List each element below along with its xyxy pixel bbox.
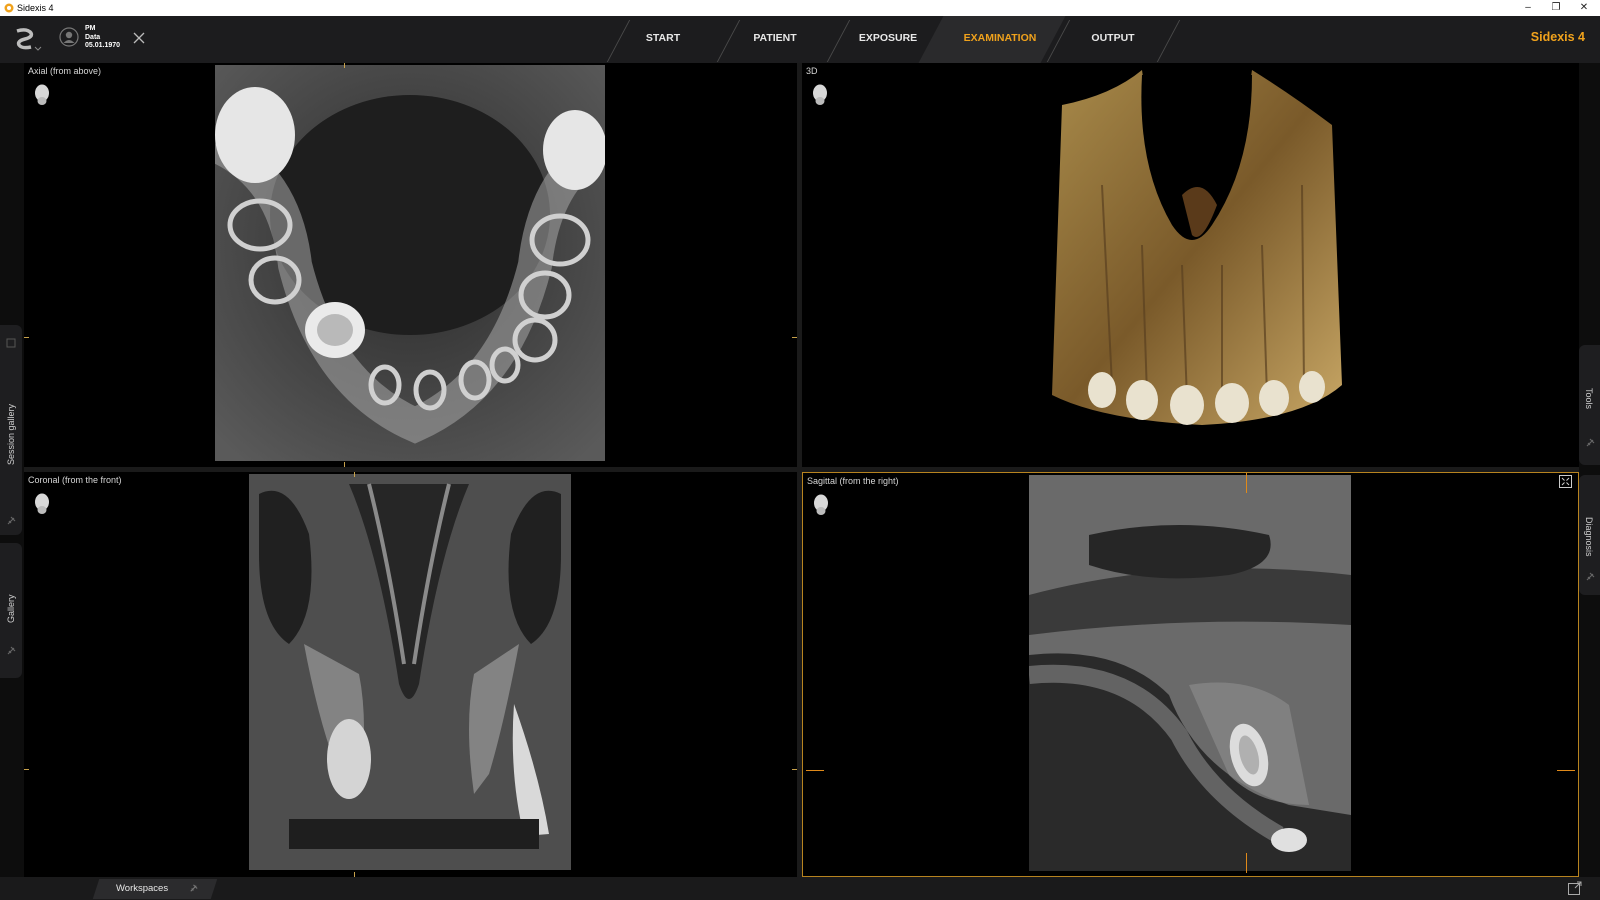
- crosshair-tick: [792, 337, 797, 338]
- restore-icon[interactable]: ❐: [1542, 0, 1570, 16]
- close-window-icon[interactable]: ✕: [1570, 0, 1598, 16]
- axial-ct-image[interactable]: [215, 65, 605, 461]
- tab-patient[interactable]: PATIENT: [735, 16, 815, 63]
- pin-icon[interactable]: [5, 645, 17, 657]
- tab-separator: [826, 20, 851, 62]
- session-gallery-label: Session gallery: [6, 403, 16, 465]
- workflow-tabs: START PATIENT EXPOSURE EXAMINATION OUTPU…: [0, 16, 1600, 63]
- pin-icon[interactable]: [188, 883, 199, 894]
- workspaces-label: Workspaces: [116, 883, 169, 894]
- brand-label: Sidexis 4: [1530, 30, 1585, 44]
- tab-separator: [1156, 20, 1181, 62]
- crosshair-tick: [344, 462, 345, 467]
- right-sidebar: Tools Diagnosis: [1579, 63, 1600, 885]
- viewport-coronal-label: Coronal (from the front): [28, 475, 122, 485]
- gallery-tab[interactable]: Gallery: [0, 543, 22, 678]
- head-orientation-icon[interactable]: [812, 493, 830, 515]
- viewport-coronal[interactable]: Coronal (from the front): [24, 472, 797, 877]
- pin-icon[interactable]: [5, 515, 17, 527]
- coronal-ct-image[interactable]: [249, 474, 571, 870]
- viewport-sagittal[interactable]: Sagittal (from the right): [802, 472, 1579, 877]
- crosshair-tick: [24, 769, 29, 770]
- tools-tab[interactable]: Tools: [1579, 345, 1600, 465]
- window-title: Sidexis 4: [17, 3, 54, 13]
- diagnosis-tab[interactable]: Diagnosis: [1579, 475, 1600, 595]
- pin-icon[interactable]: [1584, 571, 1596, 583]
- crosshair-line[interactable]: [1246, 473, 1247, 493]
- crosshair-line[interactable]: [1246, 853, 1247, 873]
- pin-icon[interactable]: [1584, 437, 1596, 449]
- gallery-label: Gallery: [6, 594, 16, 623]
- session-gallery-tab[interactable]: Session gallery: [0, 325, 22, 535]
- undock-window-icon[interactable]: [1568, 881, 1582, 895]
- sagittal-ct-image[interactable]: [1029, 475, 1351, 871]
- head-orientation-icon[interactable]: [811, 83, 829, 105]
- viewport-3d-label: 3D: [806, 66, 818, 76]
- tab-output[interactable]: OUTPUT: [1073, 16, 1153, 63]
- crosshair-tick: [344, 63, 345, 68]
- left-sidebar: Session gallery Gallery: [0, 63, 24, 885]
- head-orientation-icon[interactable]: [33, 83, 51, 105]
- app-header: PM Data 05.01.1970 START PATIENT EXPOSUR…: [0, 16, 1600, 63]
- crosshair-tick: [792, 769, 797, 770]
- viewport-axial-label: Axial (from above): [28, 66, 102, 76]
- 3d-volume-render[interactable]: [1042, 65, 1352, 435]
- viewport-3d[interactable]: 3D: [802, 63, 1579, 467]
- tools-label: Tools: [1584, 388, 1594, 410]
- session-gallery-icon: [6, 338, 16, 348]
- diagnosis-label: Diagnosis: [1584, 517, 1594, 557]
- window-titlebar: Sidexis 4 – ❐ ✕: [0, 0, 1600, 16]
- viewport-axial[interactable]: Axial (from above): [24, 63, 797, 467]
- maximize-icon[interactable]: [1559, 475, 1572, 488]
- tab-start[interactable]: START: [623, 16, 703, 63]
- tab-exposure[interactable]: EXPOSURE: [848, 16, 928, 63]
- crosshair-tick: [24, 337, 29, 338]
- bottom-bar: Workspaces: [0, 877, 1600, 900]
- viewport-sagittal-label: Sagittal (from the right): [807, 476, 899, 486]
- tab-examination[interactable]: EXAMINATION: [950, 16, 1050, 63]
- minimize-icon[interactable]: –: [1514, 0, 1542, 16]
- crosshair-line[interactable]: [1557, 770, 1575, 771]
- head-orientation-icon[interactable]: [33, 492, 51, 514]
- crosshair-tick: [354, 472, 355, 477]
- app-icon: [4, 3, 14, 13]
- crosshair-line[interactable]: [806, 770, 824, 771]
